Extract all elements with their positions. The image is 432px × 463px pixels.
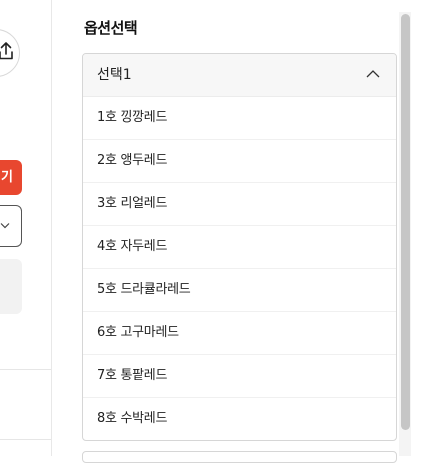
option-item-7[interactable]: 7호 통팥레드 (83, 355, 396, 398)
divider (0, 369, 51, 370)
option-item-1[interactable]: 1호 낑깡레드 (83, 97, 396, 140)
option-item-label: 3호 리얼레드 (97, 196, 168, 211)
option-item-label: 6호 고구마레드 (97, 325, 179, 340)
option-item-8[interactable]: 8호 수박레드 (83, 398, 396, 440)
option-item-label: 4호 자두레드 (97, 239, 168, 254)
share-button[interactable] (0, 29, 20, 77)
next-option-select[interactable] (82, 451, 397, 463)
option-item-label: 1호 낑깡레드 (97, 110, 168, 125)
option-item-6[interactable]: 6호 고구마레드 (83, 312, 396, 355)
share-icon (0, 42, 13, 60)
selected-option-box (0, 259, 22, 314)
divider (0, 439, 51, 440)
option-item-2[interactable]: 2호 앵두레드 (83, 140, 396, 183)
option-item-label: 7호 통팥레드 (97, 368, 168, 383)
option-select-panel: 옵션선택 선택1 1호 낑깡레드 2호 앵두레드 3호 리얼레드 4호 자두레드… (52, 0, 432, 463)
chevron-up-icon (366, 70, 380, 78)
option-item-label: 8호 수박레드 (97, 411, 168, 426)
dropdown-selected-label: 선택1 (97, 67, 132, 83)
option-item-3[interactable]: 3호 리얼레드 (83, 183, 396, 226)
option-item-label: 5호 드라큘라레드 (97, 282, 191, 297)
chevron-down-icon (0, 223, 10, 229)
option-item-4[interactable]: 4호 자두레드 (83, 226, 396, 269)
option-select-title: 옵션선택 (84, 19, 138, 37)
collapsed-option-select[interactable] (0, 205, 22, 247)
option-item-5[interactable]: 5호 드라큘라레드 (83, 269, 396, 312)
option-item-label: 2호 앵두레드 (97, 153, 168, 168)
option-dropdown: 선택1 1호 낑깡레드 2호 앵두레드 3호 리얼레드 4호 자두레드 5호 드… (82, 53, 397, 441)
option-dropdown-header[interactable]: 선택1 (83, 54, 396, 97)
scrollbar-thumb[interactable] (401, 14, 410, 430)
product-info-panel: 기 (0, 0, 51, 456)
buy-button[interactable]: 기 (0, 160, 22, 195)
